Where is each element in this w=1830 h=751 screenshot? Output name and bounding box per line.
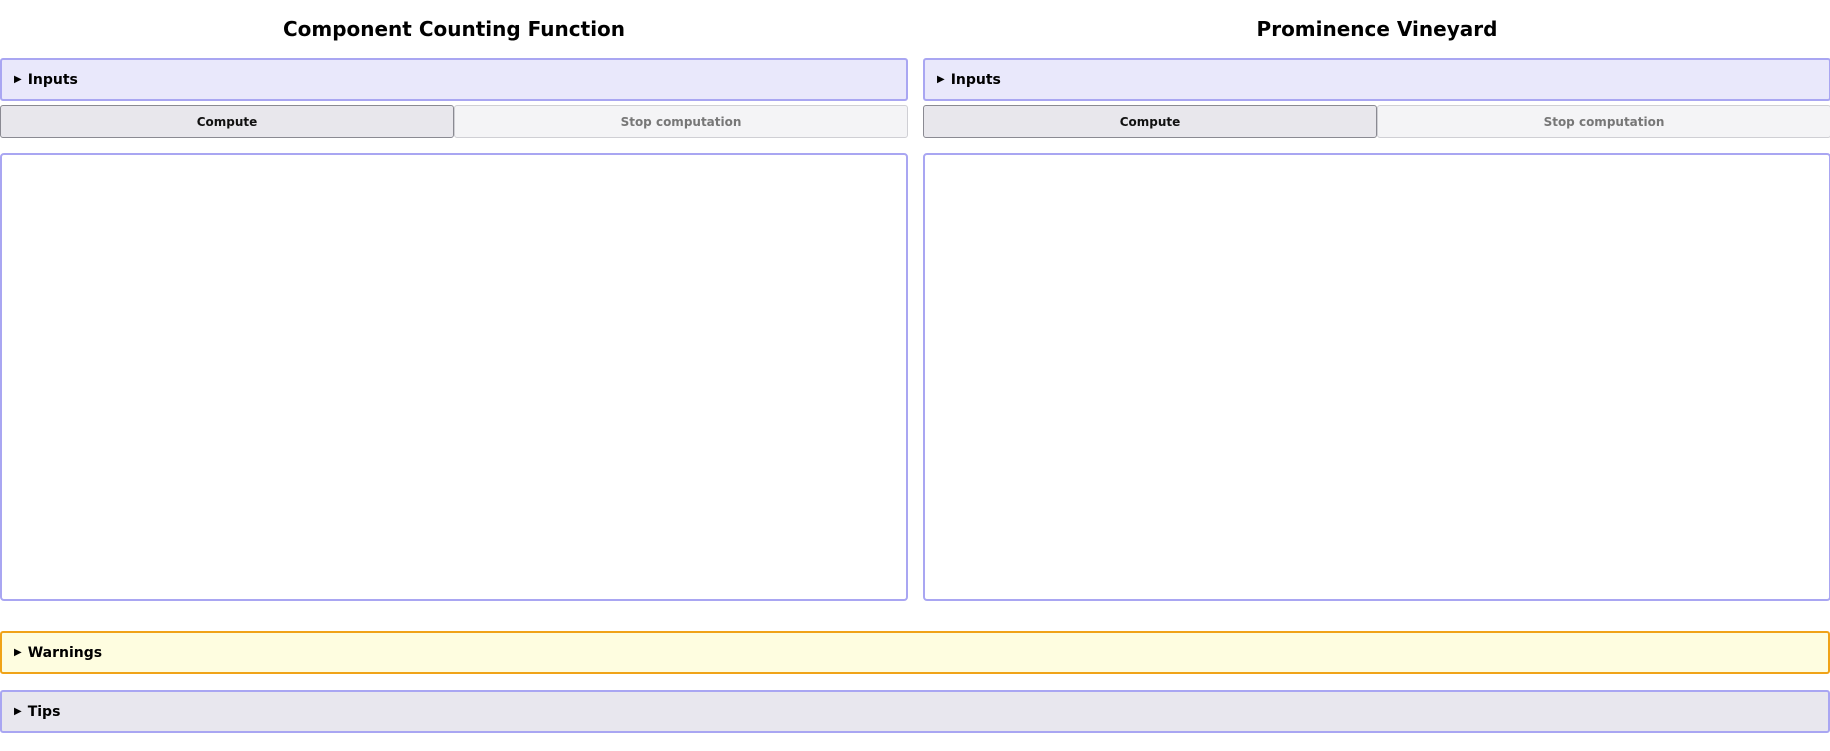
- panel-title: Component Counting Function: [282, 17, 626, 41]
- panel-title: Prominence Vineyard: [1256, 17, 1498, 41]
- stop-computation-button[interactable]: Stop computation: [1377, 105, 1830, 138]
- disclosure-triangle-icon: ▶: [14, 706, 22, 717]
- tips-toggle[interactable]: ▶ Tips: [0, 690, 1830, 733]
- app-page: Component Counting Function ▶ Inputs Com…: [0, 0, 1830, 751]
- inputs-toggle[interactable]: ▶ Inputs: [0, 58, 908, 101]
- stop-computation-button[interactable]: Stop computation: [454, 105, 908, 138]
- component-counting-panel: Component Counting Function ▶ Inputs Com…: [0, 0, 908, 601]
- warnings-label: Warnings: [27, 644, 103, 661]
- disclosure-triangle-icon: ▶: [14, 74, 22, 85]
- output-area: [923, 153, 1830, 601]
- output-area: [0, 153, 908, 601]
- warnings-toggle[interactable]: ▶ Warnings: [0, 631, 1830, 674]
- action-buttons: Compute Stop computation: [923, 105, 1830, 138]
- prominence-vineyard-panel: Prominence Vineyard ▶ Inputs Compute Sto…: [923, 0, 1830, 601]
- action-buttons: Compute Stop computation: [0, 105, 908, 138]
- inputs-label: Inputs: [27, 71, 78, 88]
- disclosure-triangle-icon: ▶: [937, 74, 945, 85]
- disclosure-triangle-icon: ▶: [14, 647, 22, 658]
- compute-button[interactable]: Compute: [0, 105, 454, 138]
- inputs-label: Inputs: [950, 71, 1001, 88]
- compute-button[interactable]: Compute: [923, 105, 1377, 138]
- inputs-toggle[interactable]: ▶ Inputs: [923, 58, 1830, 101]
- tips-label: Tips: [27, 703, 61, 720]
